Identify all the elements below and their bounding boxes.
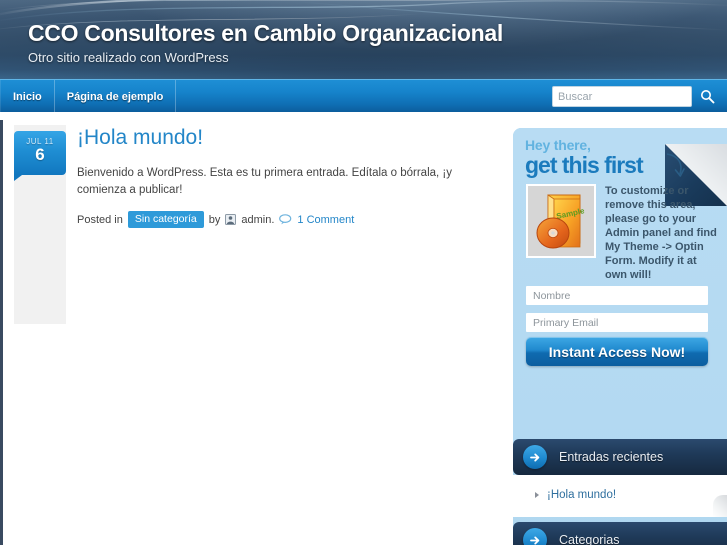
post-title[interactable]: ¡Hola mundo! [77,125,502,151]
optin-name-input[interactable] [526,286,708,305]
bullet-triangle-icon [535,492,539,498]
nav-item-inicio[interactable]: Inicio [0,80,55,113]
search-icon [700,90,714,104]
post-body: ¡Hola mundo! Bienvenido a WordPress. Est… [77,125,502,228]
sample-product-box-icon: Sample [536,194,586,249]
curved-arrow-down-icon [666,153,685,177]
search-input[interactable] [552,86,692,107]
post-meta: Posted in Sin categoría by admin. 1 Comm… [77,211,502,228]
post-author[interactable]: admin. [241,214,274,226]
arrow-right-circle-icon [523,528,547,545]
sidebar: Hey there, get this first Sample To cust… [505,112,727,545]
nav-menu: Inicio Página de ejemplo [0,80,177,113]
optin-copy-text: To customize or remove this area, please… [605,185,717,281]
widget-title: Categorias [559,533,620,545]
by-label: by [208,213,221,226]
optin-submit-button[interactable]: Instant Access Now! [526,337,708,366]
optin-email-input[interactable] [526,313,708,332]
nav-item-pagina-de-ejemplo[interactable]: Página de ejemplo [55,80,177,113]
user-icon [225,214,237,225]
comment-bubble-icon [279,214,292,225]
arrow-right-circle-icon [523,445,547,469]
page-root: CCO Consultores en Cambio Organizacional… [0,0,727,545]
list-item[interactable]: ¡Hola mundo! [513,487,727,503]
widget-body: ¡Hola mundo! [513,475,727,517]
widget-entradas-recientes: Entradas recientes ¡Hola mundo! [513,439,727,517]
widget-title: Entradas recientes [559,450,664,464]
post-excerpt: Bienvenido a WordPress. Esta es tu prime… [77,167,453,196]
main-content-column: JUL 11 6 ¡Hola mundo! Bienvenido a WordP… [3,112,505,545]
site-title[interactable]: CCO Consultores en Cambio Organizacional [28,20,503,47]
widget-header: Categorias [513,522,727,545]
post-category-pill[interactable]: Sin categoría [127,211,204,228]
site-description: Otro sitio realizado con WordPress [28,50,229,65]
post-comments-link[interactable]: 1 Comment [297,214,354,226]
primary-navigation-bar: Inicio Página de ejemplo [0,79,727,113]
optin-product-thumbnail: Sample [526,184,596,258]
post-date-month: JUL 11 [26,137,54,146]
post-date-day: 6 [35,145,45,164]
optin-kicker: Hey there, [525,137,591,153]
search-submit-button[interactable] [695,85,719,108]
search-form [552,85,719,108]
recent-post-link: ¡Hola mundo! [547,489,617,501]
widget-categorias: Categorias [513,522,727,545]
post-date-badge: JUL 11 6 [14,131,66,181]
widget-header: Entradas recientes [513,439,727,475]
site-header: CCO Consultores en Cambio Organizacional… [0,0,727,79]
posted-in-label: Posted in [77,213,123,226]
